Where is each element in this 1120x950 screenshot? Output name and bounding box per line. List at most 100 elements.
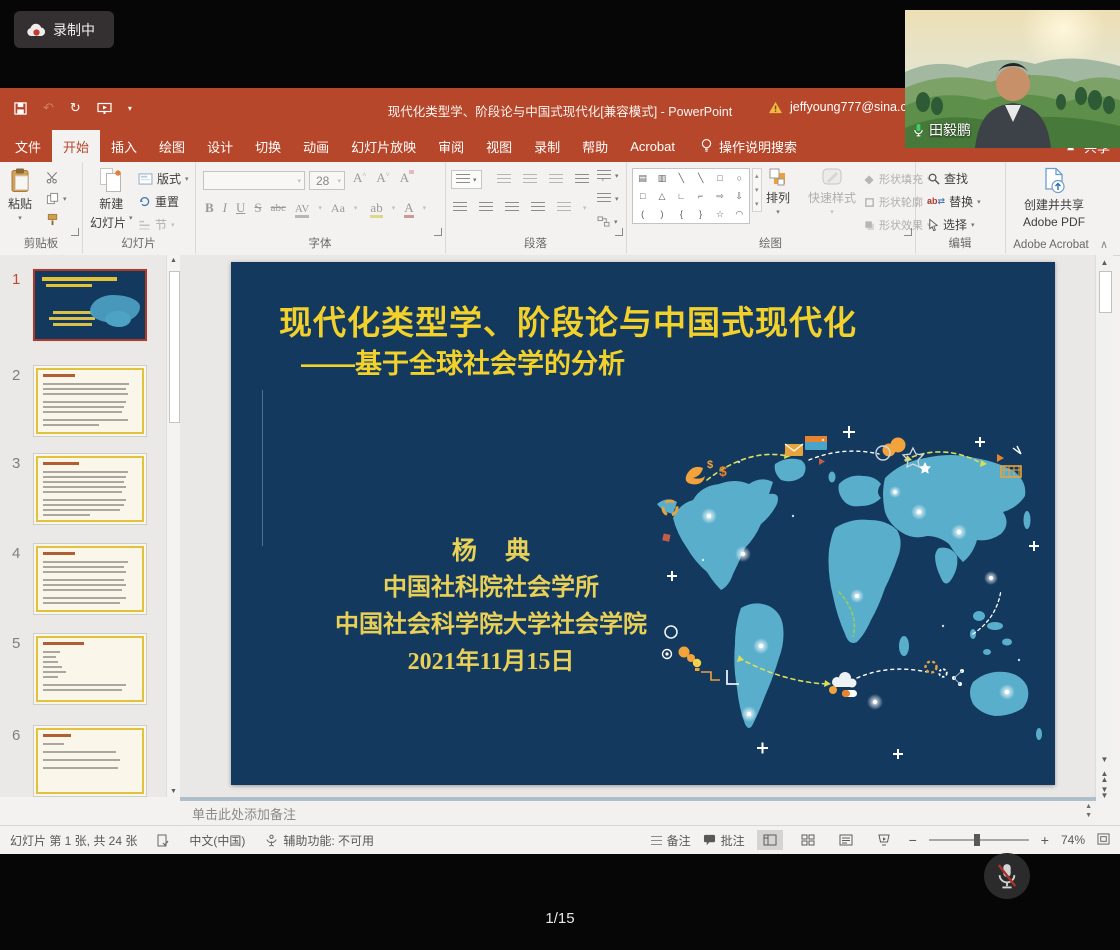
increase-indent-icon[interactable] xyxy=(549,174,563,185)
shape-option[interactable]: □ xyxy=(640,192,645,201)
recording-indicator[interactable]: 录制中 xyxy=(14,11,114,48)
shape-option[interactable]: ⇨ xyxy=(716,192,724,201)
font-color-button[interactable]: A xyxy=(404,200,413,216)
align-left-icon[interactable] xyxy=(453,202,467,213)
italic-button[interactable]: I xyxy=(223,200,227,216)
shape-option[interactable]: ∟ xyxy=(677,192,686,201)
fit-to-window-button[interactable] xyxy=(1097,833,1110,848)
language-status[interactable]: 中文(中国) xyxy=(189,832,245,849)
tab-录制[interactable]: 录制 xyxy=(523,130,571,162)
tab-切换[interactable]: 切换 xyxy=(244,130,292,162)
underline-button[interactable]: U xyxy=(236,200,245,216)
character-spacing-button[interactable]: AV xyxy=(295,200,309,216)
numbering-icon[interactable] xyxy=(497,174,511,185)
bold-button[interactable]: B xyxy=(205,200,214,216)
zoom-slider-handle[interactable] xyxy=(974,834,980,846)
shapes-gallery-scroll[interactable]: ▴▾▾ xyxy=(752,168,762,212)
accessibility-status[interactable]: 辅助功能: 不可用 xyxy=(265,832,374,849)
tab-幻灯片放映[interactable]: 幻灯片放映 xyxy=(340,130,427,162)
tab-Acrobat[interactable]: Acrobat xyxy=(619,130,686,162)
shapes-gallery[interactable]: ▤▥╲╲□○□△∟⌐⇨⇩(){}☆◠ xyxy=(632,168,750,224)
shape-option[interactable]: ⇩ xyxy=(736,192,744,201)
tab-插入[interactable]: 插入 xyxy=(100,130,148,162)
zoom-out-button[interactable]: − xyxy=(909,832,917,848)
tab-绘图[interactable]: 绘图 xyxy=(148,130,196,162)
paste-button[interactable]: 粘贴▾ xyxy=(8,167,32,222)
slide-thumbnail-4[interactable] xyxy=(33,543,147,615)
slide-thumbnail-3[interactable] xyxy=(33,453,147,525)
shape-option[interactable]: ╲ xyxy=(679,174,684,183)
tab-审阅[interactable]: 审阅 xyxy=(427,130,475,162)
replace-button[interactable]: ab⇄ 替换▾ xyxy=(927,193,981,210)
font-size-combobox[interactable]: 28▾ xyxy=(309,171,345,190)
notes-pane[interactable]: 单击此处添加备注 ▲▼ xyxy=(180,801,1096,825)
slide-counter[interactable]: 幻灯片 第 1 张, 共 24 张 xyxy=(10,832,137,849)
font-dialog-launcher[interactable] xyxy=(434,228,442,236)
scroll-down-icon[interactable]: ▼ xyxy=(1096,755,1113,764)
section-button[interactable]: 节▾ xyxy=(138,216,175,233)
drawing-dialog-launcher[interactable] xyxy=(904,228,912,236)
shape-option[interactable]: } xyxy=(699,210,702,219)
next-slide-button[interactable]: ▼▼ xyxy=(1096,787,1113,799)
align-right-icon[interactable] xyxy=(505,202,519,213)
find-button[interactable]: 查找 xyxy=(927,170,968,187)
highlight-color-button[interactable]: ab xyxy=(370,200,382,216)
shape-option[interactable]: ) xyxy=(660,210,663,219)
vertical-scrollbar[interactable]: ▲ ▼ ▲▲ ▼▼ xyxy=(1095,255,1113,797)
tab-设计[interactable]: 设计 xyxy=(196,130,244,162)
zoom-in-button[interactable]: + xyxy=(1041,832,1049,848)
columns-icon[interactable] xyxy=(557,202,571,213)
comments-toggle[interactable]: 批注 xyxy=(703,832,745,849)
tab-视图[interactable]: 视图 xyxy=(475,130,523,162)
notes-scroll-arrows[interactable]: ▲▼ xyxy=(1085,803,1092,819)
paragraph-dialog-launcher[interactable] xyxy=(615,228,623,236)
slide-thumbnail-2[interactable] xyxy=(33,365,147,437)
account-info[interactable]: jeffyoung777@sina.co xyxy=(768,100,918,114)
view-reading-button[interactable] xyxy=(833,830,859,850)
shape-option[interactable]: ☆ xyxy=(716,210,724,219)
align-center-icon[interactable] xyxy=(479,202,493,213)
previous-slide-button[interactable]: ▲▲ xyxy=(1096,771,1113,783)
view-slide-sorter-button[interactable] xyxy=(795,830,821,850)
change-case-button[interactable]: Aa xyxy=(331,201,345,216)
align-text-button[interactable]: ▾ xyxy=(597,193,619,204)
font-name-combobox[interactable]: ▾ xyxy=(203,171,305,190)
thumbnail-panel-scrollbar[interactable]: ▲ ▼ xyxy=(166,255,180,797)
new-slide-button[interactable]: 新建 幻灯片▾ xyxy=(90,167,133,231)
view-slideshow-button[interactable] xyxy=(871,830,897,850)
slide-thumbnail-6[interactable] xyxy=(33,725,147,797)
shape-option[interactable]: ▤ xyxy=(638,174,647,183)
tab-文件[interactable]: 文件 xyxy=(4,130,52,162)
grow-font-button[interactable]: A˄ xyxy=(353,170,366,186)
participant-video[interactable]: 田毅鹏 xyxy=(905,10,1120,148)
tab-开始[interactable]: 开始 xyxy=(52,130,100,162)
copy-button[interactable]: ▾ xyxy=(46,192,67,205)
shrink-font-button[interactable]: A˅ xyxy=(376,170,389,186)
notes-toggle[interactable]: 备注 xyxy=(651,832,691,849)
scrollbar-thumb[interactable] xyxy=(1099,271,1112,313)
tab-动画[interactable]: 动画 xyxy=(292,130,340,162)
cut-button[interactable] xyxy=(46,171,59,184)
scroll-up-icon[interactable]: ▲ xyxy=(1096,258,1113,267)
tab-帮助[interactable]: 帮助 xyxy=(571,130,619,162)
quick-styles-button[interactable]: 快速样式▾ xyxy=(808,167,856,216)
smartart-button[interactable]: ▾ xyxy=(597,216,618,227)
line-spacing-icon[interactable] xyxy=(575,174,589,185)
strikethrough-button[interactable]: S xyxy=(254,200,261,216)
shape-option[interactable]: ( xyxy=(641,210,644,219)
collapse-ribbon-icon[interactable]: ∧ xyxy=(1100,238,1108,251)
view-normal-button[interactable] xyxy=(757,830,783,850)
clear-formatting-button[interactable]: A xyxy=(400,170,409,186)
zoom-slider[interactable] xyxy=(929,839,1029,841)
layout-button[interactable]: 版式▾ xyxy=(138,170,189,187)
spell-check-icon[interactable] xyxy=(157,834,169,847)
shape-option[interactable]: △ xyxy=(659,192,666,201)
shape-option[interactable]: ⌐ xyxy=(698,192,703,201)
tell-me-search[interactable]: 操作说明搜索 xyxy=(700,130,797,162)
slide-editing-surface[interactable]: 现代化类型学、阶段论与中国式现代化 ——基于全球社会学的分析 杨 典 中国社科院… xyxy=(231,262,1055,785)
shape-option[interactable]: { xyxy=(680,210,683,219)
shape-option[interactable]: ◠ xyxy=(735,210,743,219)
decrease-indent-icon[interactable] xyxy=(523,174,537,185)
arrange-button[interactable]: 排列▾ xyxy=(766,167,790,216)
text-shadow-button[interactable]: abc xyxy=(271,202,286,214)
